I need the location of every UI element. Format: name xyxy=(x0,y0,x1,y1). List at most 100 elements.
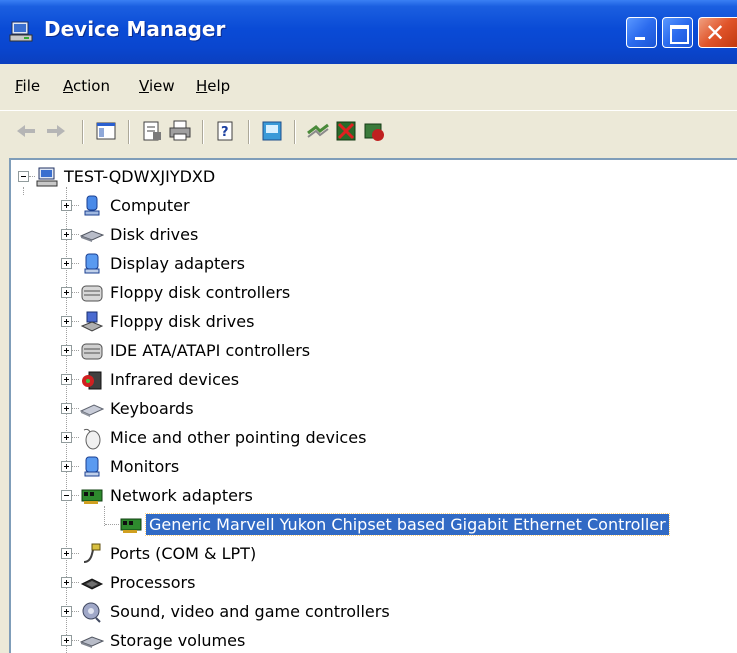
tree-guide-line xyxy=(72,292,79,294)
tree-item-storage-volumes[interactable]: Storage volumes xyxy=(11,627,737,653)
tree-item-ethernet-controller[interactable]: Generic Marvell Yukon Chipset based Giga… xyxy=(11,511,737,540)
tree-item-computer[interactable]: Computer xyxy=(11,192,737,221)
tree-item-mice[interactable]: Mice and other pointing devices xyxy=(11,424,737,453)
close-button[interactable]: ✕ xyxy=(698,17,737,48)
tree-item-label: Storage volumes xyxy=(110,631,246,650)
tree-guide-line xyxy=(72,553,79,555)
menu-help[interactable]: Help xyxy=(196,77,230,95)
print-icon[interactable] xyxy=(168,119,192,143)
expand-toggle[interactable] xyxy=(61,287,72,298)
tree-guide-line xyxy=(72,263,79,265)
minimize-icon xyxy=(635,37,645,40)
tree-item-label: Network adapters xyxy=(110,486,253,505)
expand-toggle[interactable] xyxy=(61,374,72,385)
uninstall-icon[interactable] xyxy=(334,119,358,143)
collapse-toggle[interactable] xyxy=(18,171,29,182)
sound-icon xyxy=(82,602,101,623)
properties-icon[interactable] xyxy=(140,119,164,143)
title-bar[interactable]: Device Manager ✕ xyxy=(0,0,737,64)
tree-guide-line xyxy=(72,205,79,207)
expand-toggle[interactable] xyxy=(61,635,72,646)
tree-item-label: Keyboards xyxy=(110,399,194,418)
storage-volume-icon xyxy=(80,636,104,648)
toolbar-separator xyxy=(294,120,296,144)
disk-drive-icon xyxy=(80,230,104,242)
infrared-icon xyxy=(82,371,102,390)
network-card-icon xyxy=(120,518,142,533)
tree-item-label: Ports (COM & LPT) xyxy=(110,544,257,563)
expand-toggle[interactable] xyxy=(61,403,72,414)
back-arrow-icon[interactable] xyxy=(14,119,38,143)
tree-item-sound[interactable]: Sound, video and game controllers xyxy=(11,598,737,627)
expand-toggle[interactable] xyxy=(61,229,72,240)
tree-item-ports[interactable]: Ports (COM & LPT) xyxy=(11,540,737,569)
tree-root[interactable]: TEST-QDWXJIYDXD xyxy=(11,163,737,192)
tree-guide-line xyxy=(105,524,119,526)
maximize-icon xyxy=(670,25,689,44)
expand-toggle[interactable] xyxy=(61,258,72,269)
tree-item-infrared-devices[interactable]: Infrared devices xyxy=(11,366,737,395)
tree-item-label: Monitors xyxy=(110,457,180,476)
tree-guide-line xyxy=(72,640,79,642)
display-adapter-icon xyxy=(84,253,100,274)
tree-guide-line xyxy=(72,408,79,410)
tree-guide-line xyxy=(72,495,79,497)
computer-icon xyxy=(84,195,100,216)
tree-item-label: Floppy disk drives xyxy=(110,312,255,331)
expand-toggle[interactable] xyxy=(61,577,72,588)
mouse-icon xyxy=(83,428,101,450)
tree-guide-line xyxy=(72,466,79,468)
tree-guide-line xyxy=(72,611,79,613)
update-driver-icon[interactable] xyxy=(306,119,330,143)
tree-item-label: Display adapters xyxy=(110,254,246,273)
tree-item-label: Computer xyxy=(110,196,190,215)
toolbar-separator xyxy=(202,120,204,144)
show-hide-console-tree-icon[interactable] xyxy=(94,119,118,143)
tree-item-keyboards[interactable]: Keyboards xyxy=(11,395,737,424)
forward-arrow-icon[interactable] xyxy=(44,119,68,143)
tree-item-label: Generic Marvell Yukon Chipset based Giga… xyxy=(145,513,670,536)
expand-toggle[interactable] xyxy=(61,432,72,443)
menu-file[interactable]: File xyxy=(15,77,40,95)
computer-icon xyxy=(36,167,58,187)
window-title: Device Manager xyxy=(44,17,226,41)
tree-guide-line xyxy=(72,234,79,236)
device-tree[interactable]: TEST-QDWXJIYDXD Computer Disk drives Dis… xyxy=(9,158,737,653)
collapse-toggle[interactable] xyxy=(61,490,72,501)
expand-toggle[interactable] xyxy=(61,316,72,327)
tree-item-disk-drives[interactable]: Disk drives xyxy=(11,221,737,250)
scan-hardware-icon[interactable] xyxy=(260,119,284,143)
expand-toggle[interactable] xyxy=(61,548,72,559)
close-icon: ✕ xyxy=(705,19,726,47)
menu-view[interactable]: View xyxy=(139,77,175,95)
tree-item-label: IDE ATA/ATAPI controllers xyxy=(110,341,311,360)
tree-item-label: Disk drives xyxy=(110,225,199,244)
tree-guide-line xyxy=(72,350,79,352)
tree-item-network-adapters[interactable]: Network adapters xyxy=(11,482,737,511)
tree-item-label: Mice and other pointing devices xyxy=(110,428,367,447)
expand-toggle[interactable] xyxy=(61,200,72,211)
tree-item-monitors[interactable]: Monitors xyxy=(11,453,737,482)
menu-action[interactable]: Action xyxy=(63,77,110,95)
tree-item-floppy-disk-drives[interactable]: Floppy disk drives xyxy=(11,308,737,337)
tree-item-floppy-disk-controllers[interactable]: Floppy disk controllers xyxy=(11,279,737,308)
minimize-button[interactable] xyxy=(626,17,657,48)
expand-toggle[interactable] xyxy=(61,461,72,472)
disable-icon[interactable] xyxy=(362,119,386,143)
tree-guide-line xyxy=(72,437,79,439)
maximize-button[interactable] xyxy=(662,17,693,48)
tree-item-ide-controllers[interactable]: IDE ATA/ATAPI controllers xyxy=(11,337,737,366)
tree-item-label: Processors xyxy=(110,573,196,592)
tree-item-display-adapters[interactable]: Display adapters xyxy=(11,250,737,279)
tree-item-processors[interactable]: Processors xyxy=(11,569,737,598)
network-adapter-icon xyxy=(81,489,103,504)
tree-guide-line xyxy=(72,379,79,381)
ide-controller-icon xyxy=(81,343,103,360)
tree-item-label: Sound, video and game controllers xyxy=(110,602,390,621)
device-manager-app-icon xyxy=(9,21,33,42)
keyboard-icon xyxy=(80,404,104,417)
help-icon[interactable]: ? xyxy=(214,119,238,143)
expand-toggle[interactable] xyxy=(61,345,72,356)
expand-toggle[interactable] xyxy=(61,606,72,617)
toolbar-separator xyxy=(248,120,250,144)
